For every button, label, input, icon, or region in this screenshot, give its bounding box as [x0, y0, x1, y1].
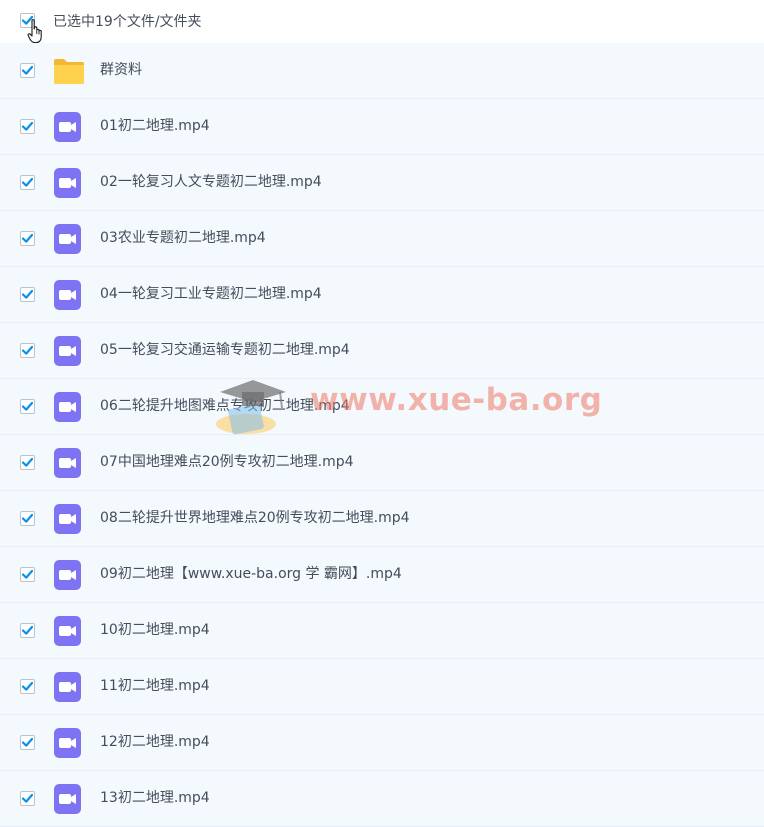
video-file-icon — [54, 672, 81, 702]
checkmark-icon — [21, 345, 34, 355]
file-name[interactable]: 08二轮提升世界地理难点20例专攻初二地理.mp4 — [100, 508, 410, 528]
file-row[interactable]: 群资料 — [0, 43, 764, 99]
file-checkbox[interactable] — [20, 399, 35, 414]
checkmark-icon — [21, 681, 34, 691]
file-checkbox[interactable] — [20, 511, 35, 526]
file-row[interactable]: 13初二地理.mp4 — [0, 771, 764, 827]
file-name[interactable]: 06二轮提升地图难点专攻初二地理.mp4 — [100, 396, 350, 416]
video-file-icon — [54, 728, 81, 758]
file-checkbox[interactable] — [20, 287, 35, 302]
file-name[interactable]: 11初二地理.mp4 — [100, 676, 210, 696]
file-row[interactable]: 09初二地理【www.xue-ba.org 学 霸网】.mp4 — [0, 547, 764, 603]
selection-count-label: 已选中19个文件/文件夹 — [53, 14, 202, 30]
file-checkbox[interactable] — [20, 791, 35, 806]
file-checkbox[interactable] — [20, 119, 35, 134]
file-row[interactable]: 02一轮复习人文专题初二地理.mp4 — [0, 155, 764, 211]
file-name[interactable]: 04一轮复习工业专题初二地理.mp4 — [100, 284, 322, 304]
video-file-icon — [54, 504, 81, 534]
file-row[interactable]: 01初二地理.mp4 — [0, 99, 764, 155]
file-checkbox[interactable] — [20, 735, 35, 750]
hand-cursor-icon — [27, 19, 42, 44]
file-checkbox[interactable] — [20, 63, 35, 78]
file-name[interactable]: 01初二地理.mp4 — [100, 116, 210, 136]
checkmark-icon — [21, 569, 34, 579]
video-file-icon — [54, 336, 81, 366]
file-checkbox[interactable] — [20, 623, 35, 638]
checkmark-icon — [21, 513, 34, 523]
video-file-icon — [54, 392, 81, 422]
checkmark-icon — [21, 177, 34, 187]
video-file-icon — [54, 784, 81, 814]
file-name[interactable]: 13初二地理.mp4 — [100, 788, 210, 808]
file-row[interactable]: 05一轮复习交通运输专题初二地理.mp4 — [0, 323, 764, 379]
file-name[interactable]: 群资料 — [100, 60, 142, 80]
file-row[interactable]: 10初二地理.mp4 — [0, 603, 764, 659]
file-checkbox[interactable] — [20, 455, 35, 470]
file-name[interactable]: 10初二地理.mp4 — [100, 620, 210, 640]
video-file-icon — [54, 224, 81, 254]
selection-header: 已选中19个文件/文件夹 — [0, 0, 764, 44]
file-list: 群资料 01初二地理.mp4 02一轮复习人文专题初二地理.mp4 03农业专题初二地… — [0, 43, 764, 827]
file-checkbox[interactable] — [20, 343, 35, 358]
file-checkbox[interactable] — [20, 231, 35, 246]
file-name[interactable]: 09初二地理【www.xue-ba.org 学 霸网】.mp4 — [100, 564, 402, 584]
video-file-icon — [54, 112, 81, 142]
checkmark-icon — [21, 289, 34, 299]
file-name[interactable]: 05一轮复习交通运输专题初二地理.mp4 — [100, 340, 350, 360]
checkmark-icon — [21, 737, 34, 747]
checkmark-icon — [21, 65, 34, 75]
checkmark-icon — [21, 233, 34, 243]
file-row[interactable]: 03农业专题初二地理.mp4 — [0, 211, 764, 267]
video-file-icon — [54, 280, 81, 310]
file-name[interactable]: 12初二地理.mp4 — [100, 732, 210, 752]
folder-icon — [54, 59, 84, 84]
file-checkbox[interactable] — [20, 567, 35, 582]
file-checkbox[interactable] — [20, 175, 35, 190]
file-name[interactable]: 03农业专题初二地理.mp4 — [100, 228, 266, 248]
file-row[interactable]: 07中国地理难点20例专攻初二地理.mp4 — [0, 435, 764, 491]
file-name[interactable]: 07中国地理难点20例专攻初二地理.mp4 — [100, 452, 354, 472]
checkmark-icon — [21, 793, 34, 803]
video-file-icon — [54, 560, 81, 590]
checkmark-icon — [21, 457, 34, 467]
checkmark-icon — [21, 625, 34, 635]
checkmark-icon — [21, 401, 34, 411]
video-file-icon — [54, 168, 81, 198]
file-row[interactable]: 11初二地理.mp4 — [0, 659, 764, 715]
file-name[interactable]: 02一轮复习人文专题初二地理.mp4 — [100, 172, 322, 192]
video-file-icon — [54, 448, 81, 478]
file-row[interactable]: 08二轮提升世界地理难点20例专攻初二地理.mp4 — [0, 491, 764, 547]
file-row[interactable]: 06二轮提升地图难点专攻初二地理.mp4 — [0, 379, 764, 435]
file-checkbox[interactable] — [20, 679, 35, 694]
video-file-icon — [54, 616, 81, 646]
checkmark-icon — [21, 121, 34, 131]
file-row[interactable]: 04一轮复习工业专题初二地理.mp4 — [0, 267, 764, 323]
file-row[interactable]: 12初二地理.mp4 — [0, 715, 764, 771]
